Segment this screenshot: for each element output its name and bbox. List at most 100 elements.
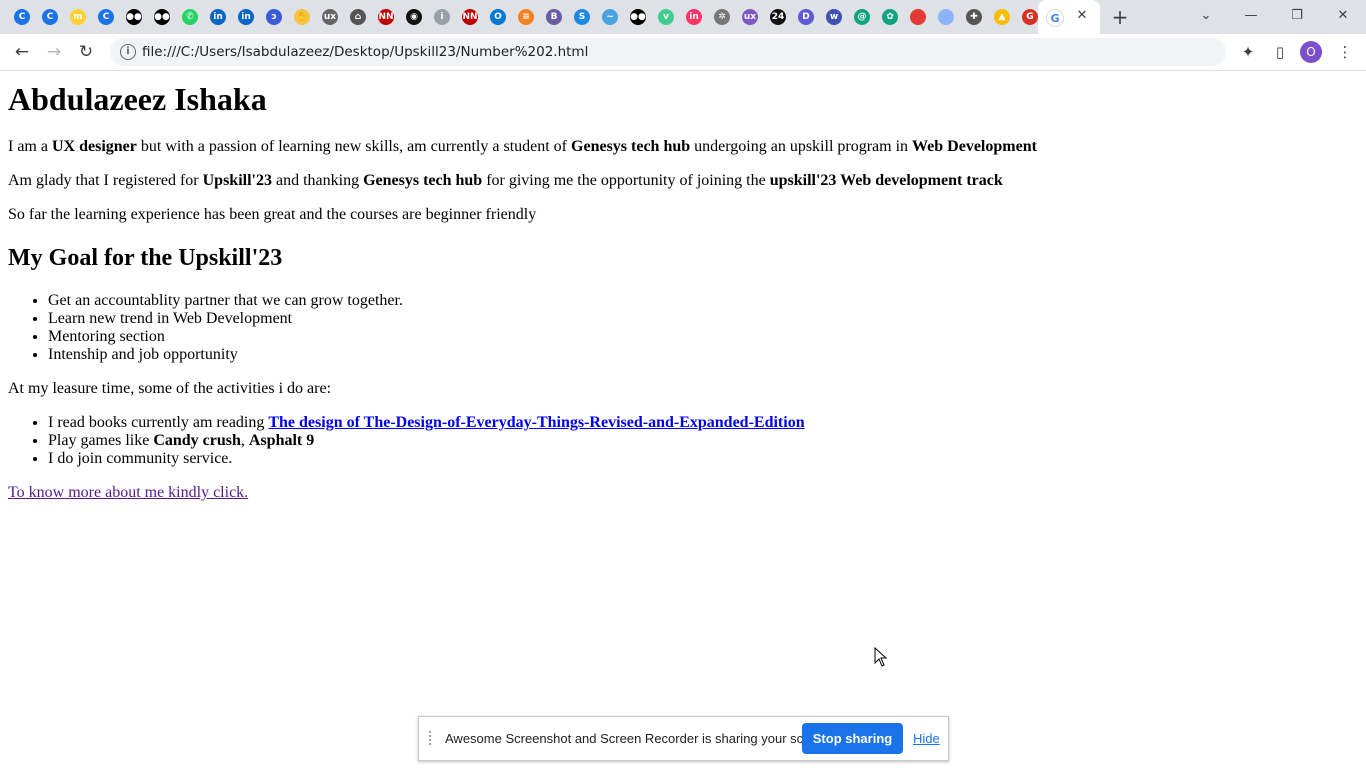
browser-tab[interactable]: NN	[457, 4, 483, 30]
browser-tab[interactable]: C	[37, 4, 63, 30]
list-item: Intenship and job opportunity	[48, 346, 1358, 364]
airbnb-icon: ⌂	[350, 9, 366, 25]
puzzle-gray-icon: ✚	[966, 9, 982, 25]
goals-list: Get an accountablity partner that we can…	[8, 292, 1358, 364]
red-dot-icon	[910, 9, 926, 25]
browser-tab[interactable]: C	[93, 4, 119, 30]
address-bar[interactable]: i file:///C:/Users/Isabdulazeez/Desktop/…	[110, 38, 1226, 66]
g-red-icon: G	[1022, 9, 1038, 25]
forward-arrow-icon[interactable]: →	[41, 39, 67, 65]
reload-icon[interactable]: ↻	[73, 39, 99, 65]
close-tab-icon[interactable]: ✕	[1074, 8, 1090, 24]
24-icon: 24	[770, 9, 786, 25]
close-window-button[interactable]: ✕	[1323, 4, 1363, 28]
browser-tab[interactable]: v	[653, 4, 679, 30]
browser-tab[interactable]: 24	[765, 4, 791, 30]
side-panel-icon[interactable]: ▯	[1267, 39, 1293, 65]
list-item: I read books currently am reading The de…	[48, 414, 1358, 432]
restore-button[interactable]: ❐	[1277, 4, 1317, 28]
share-message: Awesome Screenshot and Screen Recorder i…	[445, 731, 833, 746]
more-about-me-link[interactable]: To know more about me kindly click.	[8, 484, 248, 501]
browser-tab[interactable]: D	[793, 4, 819, 30]
ux-icon: ux	[742, 9, 758, 25]
experience-paragraph: So far the learning experience has been …	[8, 206, 537, 223]
s-icon: S	[574, 9, 590, 25]
browser-tab[interactable]: ux	[317, 4, 343, 30]
browser-tab[interactable]: m	[65, 4, 91, 30]
list-item: Get an accountablity partner that we can…	[48, 292, 1358, 310]
chatgpt-icon: ✿	[882, 9, 898, 25]
screen-share-bar: Awesome Screenshot and Screen Recorder i…	[418, 716, 949, 761]
browser-tab[interactable]: ✿	[877, 4, 903, 30]
browser-tab[interactable]: in	[205, 4, 231, 30]
info-icon[interactable]: i	[120, 44, 136, 60]
browser-tab[interactable]: C	[9, 4, 35, 30]
browser-tab[interactable]: G	[1017, 4, 1043, 30]
list-item: I do join community service.	[48, 450, 1358, 468]
blue-dot-icon	[938, 9, 954, 25]
whatsapp-icon: ✆	[182, 9, 198, 25]
list-item: Mentoring section	[48, 328, 1358, 346]
browser-tab[interactable]: ◉	[401, 4, 427, 30]
profile-avatar[interactable]: O	[1300, 41, 1322, 63]
extensions-puzzle-icon[interactable]: ✦	[1235, 39, 1261, 65]
browser-tab[interactable]: ▲	[989, 4, 1015, 30]
medium-icon: ●●	[154, 9, 170, 25]
outlook-icon: O	[490, 9, 506, 25]
browser-tab[interactable]: ●●	[121, 4, 147, 30]
invision-icon: in	[686, 9, 702, 25]
browser-tab[interactable]: in	[233, 4, 259, 30]
tab-search-chevron-icon[interactable]: ⌄	[1186, 4, 1226, 28]
spiral-icon: @	[854, 9, 870, 25]
leisure-paragraph: At my leasure time, some of the activiti…	[8, 380, 332, 397]
browser-tab[interactable]: ≡	[513, 4, 539, 30]
activities-list: I read books currently am reading The de…	[8, 414, 1358, 468]
mouse-cursor-icon	[874, 647, 888, 667]
c-icon: C	[14, 9, 30, 25]
browser-tab[interactable]: NN	[373, 4, 399, 30]
browser-tab[interactable]: in	[681, 4, 707, 30]
camera-icon: ◉	[406, 9, 422, 25]
browser-tab[interactable]: ux	[737, 4, 763, 30]
goals-heading: My Goal for the Upskill'23	[8, 245, 283, 271]
back-arrow-icon[interactable]: ←	[9, 39, 35, 65]
medium-icon: ●●	[630, 9, 646, 25]
nn-icon: NN	[462, 9, 478, 25]
menu-kebab-icon[interactable]: ⋮	[1332, 39, 1358, 65]
browser-tab[interactable]: ✲	[709, 4, 735, 30]
url-text[interactable]: file:///C:/Users/Isabdulazeez/Desktop/Up…	[142, 38, 588, 66]
ux-icon: ux	[322, 9, 338, 25]
hide-link[interactable]: Hide	[913, 717, 940, 760]
browser-tab[interactable]: S	[569, 4, 595, 30]
c-icon: C	[42, 9, 58, 25]
drag-handle[interactable]	[429, 731, 437, 745]
list-item: Learn new trend in Web Development	[48, 310, 1358, 328]
browser-tab[interactable]	[933, 4, 959, 30]
browser-tab[interactable]: @	[849, 4, 875, 30]
wave-icon: ~	[602, 9, 618, 25]
browser-tab[interactable]	[905, 4, 931, 30]
new-tab-button[interactable]: +	[1108, 5, 1132, 29]
gear-icon: ✲	[714, 9, 730, 25]
browser-tab[interactable]: ✆	[177, 4, 203, 30]
browser-tab[interactable]: ✚	[961, 4, 987, 30]
hand-icon: ✋	[294, 9, 310, 25]
browser-tab[interactable]: ⌂	[345, 4, 371, 30]
tab-strip: G ✕ + ⌄ — ❐ ✕ C Cm C ●● ●● ✆ in in ↄ ✋ ux ⌂ NN ◉ i NN O ≡…	[0, 0, 1366, 34]
browser-tab[interactable]: B	[541, 4, 567, 30]
browser-tab[interactable]: ↄ	[261, 4, 287, 30]
browser-tab[interactable]: ●●	[625, 4, 651, 30]
book-link[interactable]: The design of The-Design-of-Everyday-Thi…	[268, 414, 804, 431]
browser-tab[interactable]: ●●	[149, 4, 175, 30]
stop-sharing-button[interactable]: Stop sharing	[802, 723, 903, 754]
browser-tab[interactable]: O	[485, 4, 511, 30]
browser-tab[interactable]: i	[429, 4, 455, 30]
browser-tab[interactable]: w	[821, 4, 847, 30]
page-title: Abdulazeez Ishaka	[8, 81, 267, 117]
stack-icon: ≡	[518, 9, 534, 25]
intro-paragraph: I am a UX designer but with a passion of…	[8, 138, 1037, 155]
browser-tab[interactable]: ✋	[289, 4, 315, 30]
active-tab[interactable]: G ✕	[1038, 0, 1100, 34]
browser-tab[interactable]: ~	[597, 4, 623, 30]
minimize-button[interactable]: —	[1231, 4, 1271, 28]
